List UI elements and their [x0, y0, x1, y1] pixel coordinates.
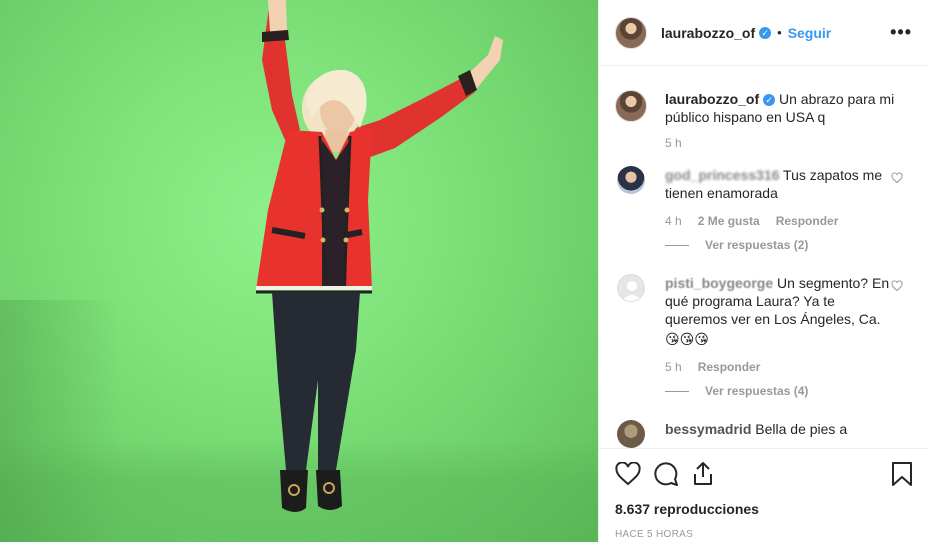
caption-meta: 5 h — [665, 136, 913, 150]
comment-emojis: 😘😘😘 — [665, 331, 709, 347]
share-icon[interactable] — [691, 461, 715, 487]
reply-button[interactable]: Responder — [776, 214, 839, 228]
replies-divider — [665, 244, 689, 246]
author-username[interactable]: laurabozzo_of — [661, 25, 755, 41]
view-count[interactable]: 8.637 reproducciones — [615, 501, 913, 517]
comment-text: Bella de pies a — [755, 421, 848, 437]
view-replies-button[interactable]: Ver respuestas (4) — [665, 384, 913, 398]
action-icon-bar — [615, 457, 913, 491]
video-player[interactable] — [0, 0, 598, 542]
author-avatar[interactable] — [615, 16, 647, 49]
replies-divider — [665, 390, 689, 392]
post-header: laurabozzo_of ✓ • Seguir ••• — [599, 0, 928, 66]
default-avatar-icon — [622, 281, 642, 301]
verified-icon: ✓ — [763, 94, 776, 107]
comment-likes[interactable]: 2 Me gusta — [698, 214, 760, 228]
view-replies-label: Ver respuestas (4) — [705, 384, 809, 398]
comments-list[interactable]: laurabozzo_of ✓ Un abrazo para mi público… — [599, 66, 928, 448]
reply-button[interactable]: Responder — [698, 360, 761, 374]
view-replies-label: Ver respuestas (2) — [705, 238, 809, 252]
heart-icon[interactable] — [615, 462, 641, 486]
comment-username[interactable]: god_princess316 — [665, 167, 779, 183]
caption-item: laurabozzo_of ✓ Un abrazo para mi público… — [615, 90, 913, 126]
post-actions: 8.637 reproducciones HACE 5 HORAS — [599, 448, 928, 542]
like-comment-heart-icon[interactable] — [891, 172, 903, 184]
commenter-avatar[interactable] — [617, 420, 645, 448]
commenter-avatar[interactable] — [617, 274, 645, 302]
comment-time[interactable]: 5 h — [665, 360, 682, 374]
comment-body: god_princess316 Tus zapatos me tienen en… — [665, 166, 901, 202]
comment-body: pisti_boygeorge Un segmento? En qué prog… — [665, 274, 901, 348]
caption-time[interactable]: 5 h — [665, 136, 682, 150]
separator-dot: • — [777, 25, 782, 40]
verified-icon: ✓ — [759, 26, 772, 39]
comment-username[interactable]: bessymadrid — [665, 421, 751, 437]
post-timestamp[interactable]: HACE 5 HORAS — [615, 529, 913, 540]
bookmark-icon[interactable] — [891, 461, 913, 487]
post-side-panel: laurabozzo_of ✓ • Seguir ••• laurabozzo_… — [598, 0, 928, 542]
comment-item: god_princess316 Tus zapatos me tienen en… — [615, 166, 913, 202]
comment-icon[interactable] — [653, 461, 679, 487]
comment-item: bessymadrid Bella de pies a — [615, 420, 913, 448]
comment-username[interactable]: pisti_boygeorge — [665, 275, 773, 291]
dancing-woman-figure — [256, 0, 503, 512]
commenter-avatar[interactable] — [617, 166, 645, 194]
comment-item: pisti_boygeorge Un segmento? En qué prog… — [615, 274, 913, 348]
comment-body: bessymadrid Bella de pies a — [665, 420, 901, 438]
like-comment-heart-icon[interactable] — [891, 280, 903, 292]
caption-username[interactable]: laurabozzo_of — [665, 91, 759, 107]
more-options-icon[interactable]: ••• — [890, 22, 912, 43]
caption-body: laurabozzo_of ✓ Un abrazo para mi público… — [665, 90, 901, 126]
follow-button[interactable]: Seguir — [788, 25, 832, 41]
view-replies-button[interactable]: Ver respuestas (2) — [665, 238, 913, 252]
comment-meta: 4 h 2 Me gusta Responder — [665, 214, 913, 228]
comment-time[interactable]: 4 h — [665, 214, 682, 228]
comment-meta: 5 h Responder — [665, 360, 913, 374]
caption-author-avatar[interactable] — [615, 90, 647, 122]
